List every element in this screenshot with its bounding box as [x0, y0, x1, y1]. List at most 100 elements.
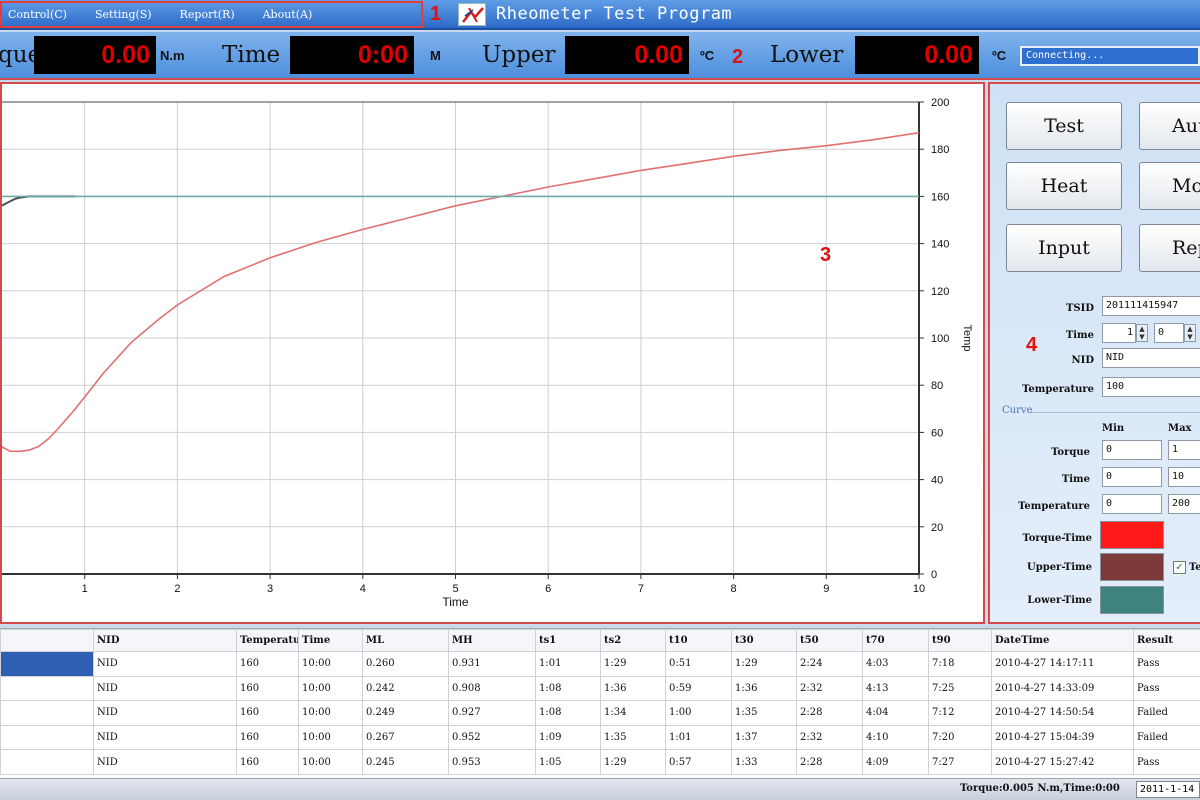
column-header[interactable]: t10 [665, 629, 732, 652]
test-button[interactable]: Test [1006, 102, 1122, 150]
curve-temperature-label: Temperature [1018, 501, 1090, 512]
column-header[interactable]: t30 [731, 629, 797, 652]
table-cell: 2010-4-27 15:04:39 [991, 724, 1134, 751]
upper-time-color-swatch[interactable] [1100, 553, 1164, 581]
lower-time-color-swatch[interactable] [1100, 586, 1164, 614]
time-label: Time [222, 42, 281, 68]
curve-torque-max-input[interactable]: 1 [1168, 440, 1200, 460]
table-cell: 2010-4-27 14:50:54 [991, 700, 1134, 726]
curve-min-header: Min [1102, 423, 1125, 434]
x-tick-label: 10 [913, 583, 925, 595]
column-header[interactable]: Result [1133, 629, 1200, 652]
time-seconds-input[interactable]: 0 [1154, 323, 1184, 343]
curve-group-border [1030, 412, 1200, 413]
status-bar: Torque:0.005 N.m,Time:0:00 2011-1-14 [0, 778, 1200, 800]
curve-time-max-input[interactable]: 10 [1168, 467, 1200, 487]
table-cell: 4:04 [862, 700, 929, 726]
tsid-input[interactable]: 201111415947 [1102, 296, 1200, 316]
motor-button[interactable]: Mot [1139, 162, 1200, 210]
table-cell: 10:00 [298, 651, 363, 677]
table-cell: 1:29 [600, 749, 666, 775]
lower-unit: ºC [992, 48, 1007, 63]
column-header[interactable]: t50 [796, 629, 863, 652]
y-tick-label: 20 [931, 522, 943, 534]
y-tick-label: 140 [931, 239, 949, 251]
menu-report[interactable]: Report(R) [180, 8, 235, 21]
table-row[interactable]: NID 160 10:00 0.245 0.953 1:05 1:29 0:57 1:33 2:2… [0, 749, 1200, 775]
column-header[interactable]: DateTime [991, 629, 1134, 652]
x-tick-label: 4 [360, 583, 366, 595]
column-header[interactable]: NID [93, 629, 237, 652]
time-field-label: Time [1065, 330, 1094, 341]
column-header[interactable]: t90 [928, 629, 992, 652]
table-cell: 2:24 [796, 651, 863, 677]
y-tick-label: 200 [931, 97, 949, 109]
table-cell [0, 724, 94, 751]
table-cell: 0.952 [448, 724, 536, 751]
table-row[interactable]: NID 160 10:00 0.242 0.908 1:08 1:36 0:59 1:36 2:3… [0, 675, 1200, 702]
table-cell: 2:28 [796, 749, 863, 775]
temperature-curve-checkbox[interactable]: ✓ [1173, 561, 1186, 574]
column-header[interactable]: ML [362, 629, 449, 652]
table-cell: 10:00 [298, 724, 363, 751]
table-cell [0, 675, 94, 702]
torque-unit: N.m [160, 48, 185, 63]
column-header[interactable]: Time [298, 629, 363, 652]
status-date-field[interactable]: 2011-1-14 [1136, 781, 1200, 798]
upper-label: Upper [482, 42, 556, 68]
time-seconds-spinner[interactable]: ▲ ▼ [1184, 324, 1196, 342]
y-tick-label: 0 [931, 569, 937, 581]
menu-about[interactable]: About(A) [263, 8, 313, 21]
column-header[interactable]: MH [448, 629, 536, 652]
callout-2: 2 [732, 46, 744, 68]
table-cell: 1:35 [600, 724, 666, 751]
auto-button[interactable]: Aut [1139, 102, 1200, 150]
legend-upper-time-label: Upper-Time [1026, 562, 1092, 573]
heat-button[interactable]: Heat [1006, 162, 1122, 210]
report-button[interactable]: Repo [1139, 224, 1200, 272]
table-row[interactable]: NID 160 10:00 0.260 0.931 1:01 1:29 0:51 1:29 2:2… [0, 651, 1200, 677]
column-header[interactable]: t70 [862, 629, 929, 652]
column-header[interactable] [0, 629, 94, 652]
table-cell: NID [93, 749, 237, 775]
torque-time-color-swatch[interactable] [1100, 521, 1164, 549]
x-tick-label: 7 [638, 583, 644, 595]
x-tick-label: 5 [452, 583, 458, 595]
curve-temperature-min-input[interactable]: 0 [1102, 494, 1162, 514]
curve-torque-min-input[interactable]: 0 [1102, 440, 1162, 460]
temperature-input[interactable]: 100 [1102, 377, 1200, 397]
column-header[interactable]: ts1 [535, 629, 601, 652]
curve-time-min-input[interactable]: 0 [1102, 467, 1162, 487]
y-tick-label: 180 [931, 144, 949, 156]
curve-group-title: Curve [1002, 405, 1033, 416]
y-tick-label: 80 [931, 380, 943, 392]
x-tick-label: 2 [174, 583, 180, 595]
nid-input[interactable]: NID [1102, 348, 1200, 368]
column-header[interactable]: Temperatu [236, 629, 299, 652]
table-cell: 1:09 [535, 724, 601, 751]
table-row[interactable]: NID 160 10:00 0.249 0.927 1:08 1:34 1:00 1:35 2:2… [0, 700, 1200, 726]
table-cell: 2:28 [796, 700, 863, 726]
table-cell: 7:12 [928, 700, 992, 726]
table-cell: NID [93, 724, 237, 751]
table-cell: 2:32 [796, 675, 863, 702]
table-cell: Failed [1133, 724, 1200, 751]
table-cell: 1:34 [600, 700, 666, 726]
input-button[interactable]: Input [1006, 224, 1122, 272]
upper-display: 0.00 [565, 36, 689, 74]
x-tick-label: 3 [267, 583, 273, 595]
time-minutes-input[interactable]: 1 [1102, 323, 1136, 343]
table-cell: 0.249 [362, 700, 449, 726]
column-header[interactable]: ts2 [600, 629, 666, 652]
table-row[interactable]: NID 160 10:00 0.267 0.952 1:09 1:35 1:01 1:37 2:3… [0, 724, 1200, 751]
menu-setting[interactable]: Setting(S) [95, 8, 152, 21]
time-minutes-spinner[interactable]: ▲ ▼ [1136, 324, 1148, 342]
table-cell: 1:37 [731, 724, 797, 751]
menu-control[interactable]: Control(C) [8, 8, 67, 21]
x-axis-label: Time [442, 595, 469, 609]
curve-temperature-max-input[interactable]: 200 [1168, 494, 1200, 514]
app-logo-icon [458, 3, 486, 26]
menu-bar: Control(C) Setting(S) Report(R) About(A) [0, 1, 423, 28]
table-cell: 0.927 [448, 700, 536, 726]
table-cell: 1:36 [600, 675, 666, 702]
